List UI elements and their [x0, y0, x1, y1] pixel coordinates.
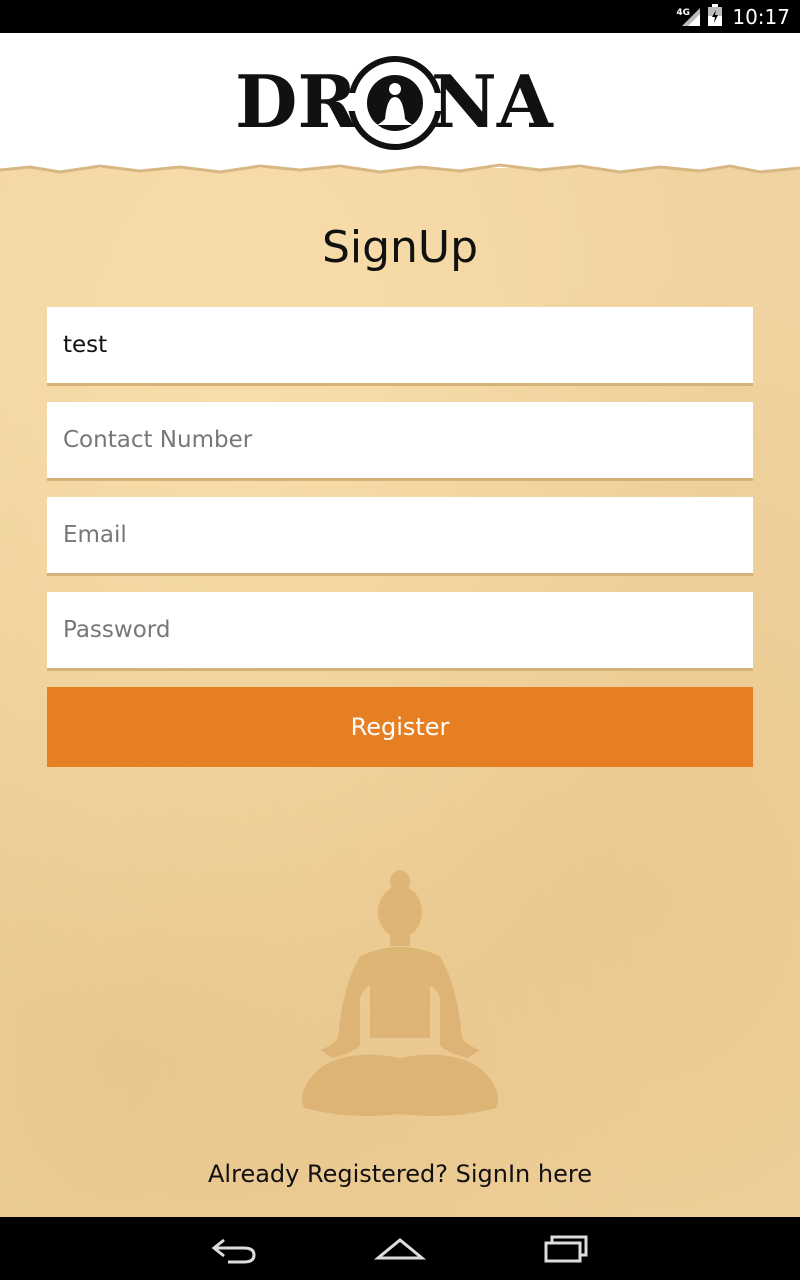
home-icon[interactable]	[372, 1229, 428, 1269]
recents-icon[interactable]	[538, 1229, 594, 1269]
email-field[interactable]: Email	[47, 497, 753, 576]
app-header: DR NA	[0, 33, 800, 173]
register-button[interactable]: Register	[47, 687, 753, 767]
page-title: SignUp	[321, 222, 479, 273]
drona-logo: DR NA	[235, 53, 565, 153]
svg-text:DR: DR	[235, 59, 358, 144]
meditation-figure-icon	[302, 870, 498, 1116]
network-type: 4G	[676, 7, 691, 18]
name-field[interactable]: test	[47, 307, 753, 386]
signup-panel: SignUp test Contact Number Email Passwor…	[0, 160, 800, 1217]
signin-link[interactable]: Already Registered? SignIn here	[0, 1160, 800, 1188]
navigation-bar	[0, 1217, 800, 1280]
battery-icon	[708, 3, 723, 30]
svg-text:NA: NA	[431, 59, 554, 144]
status-bar: 4G 10:17	[0, 0, 800, 33]
contact-number-field[interactable]: Contact Number	[47, 402, 753, 481]
back-icon[interactable]	[206, 1229, 262, 1269]
contact-placeholder: Contact Number	[63, 427, 253, 453]
name-value: test	[63, 332, 108, 358]
torn-edge	[0, 160, 800, 174]
password-placeholder: Password	[63, 617, 171, 643]
password-field[interactable]: Password	[47, 592, 753, 671]
email-placeholder: Email	[63, 522, 127, 548]
signal-icon: 4G	[676, 6, 702, 28]
clock: 10:17	[732, 4, 790, 29]
